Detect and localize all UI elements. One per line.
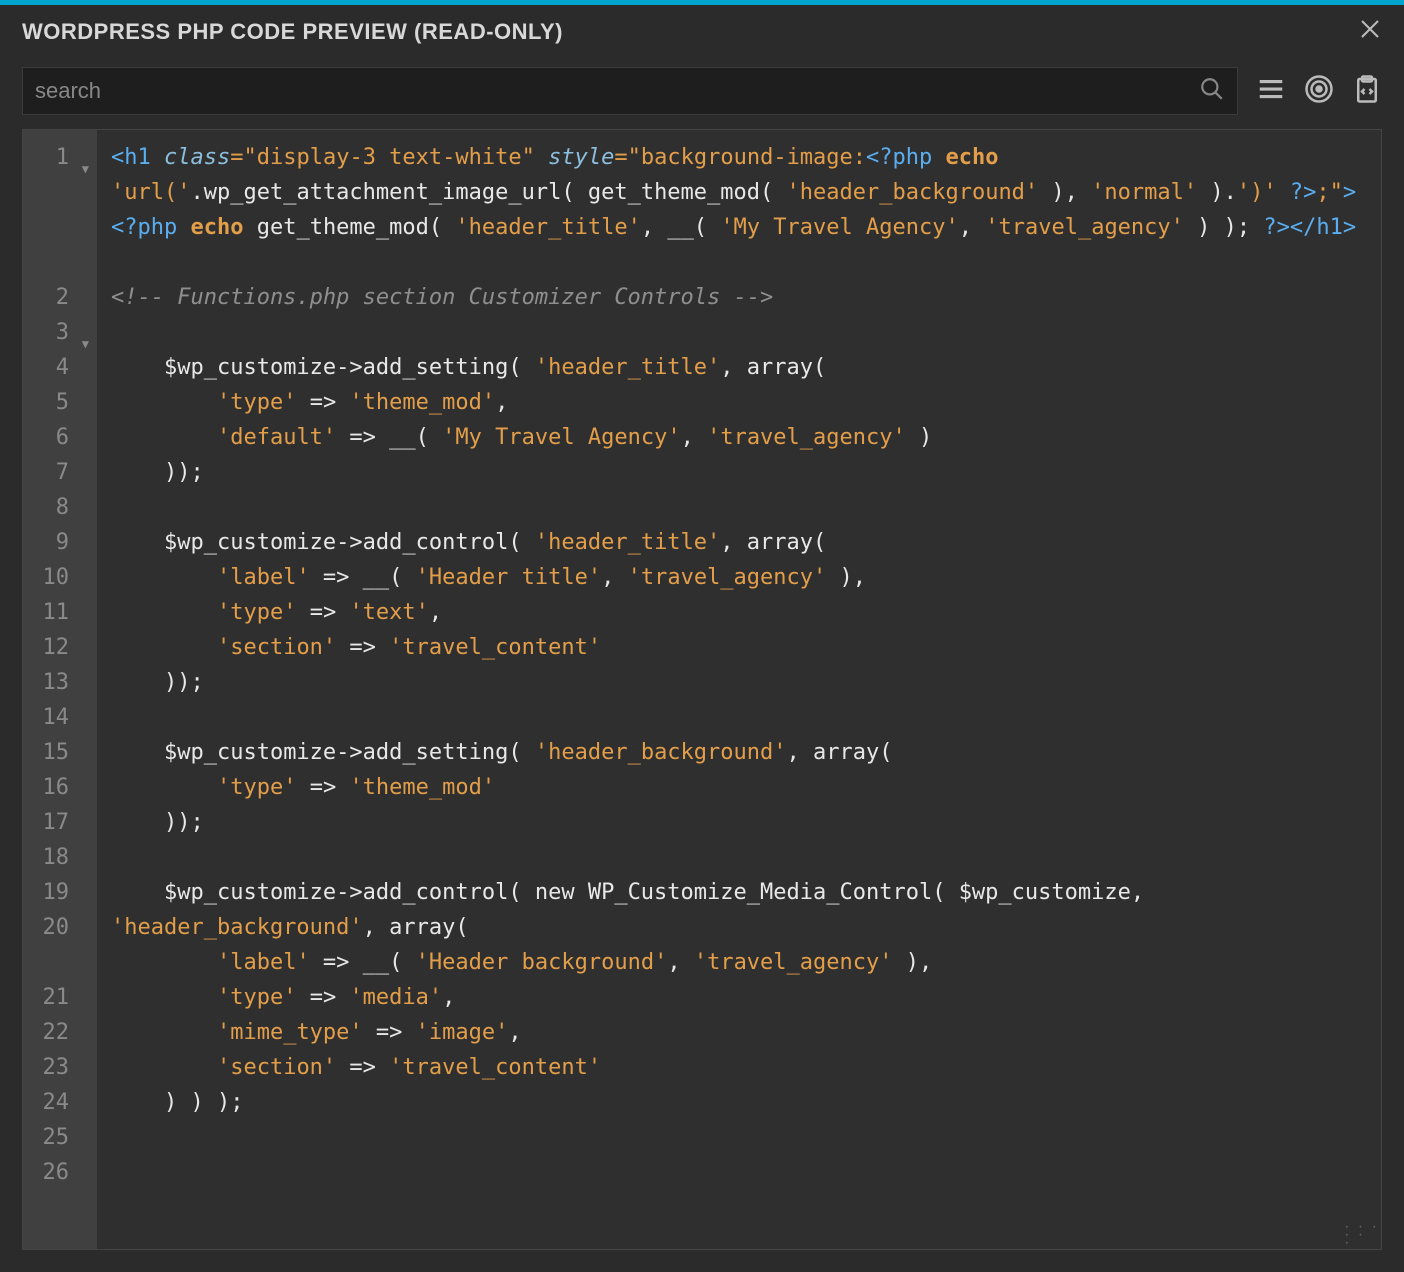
line-number: 6 — [29, 420, 91, 455]
line-number: 20 — [29, 910, 91, 945]
line-number: 18 — [29, 840, 91, 875]
line-number-gutter: 1▼ 23▼4567891011121314151617181920 21222… — [23, 130, 97, 1249]
line-number: 2 — [29, 280, 91, 315]
line-number: 23 — [29, 1050, 91, 1085]
code-line: ) ) ); — [111, 1085, 1367, 1120]
line-number: 10 — [29, 560, 91, 595]
line-number: 5 — [29, 385, 91, 420]
word-wrap-button[interactable] — [1256, 74, 1286, 109]
line-number: 16 — [29, 770, 91, 805]
window-title: WORDPRESS PHP CODE PREVIEW (READ-ONLY) — [22, 19, 563, 45]
line-number: 8 — [29, 490, 91, 525]
line-number: 9 — [29, 525, 91, 560]
search-wrap — [22, 67, 1238, 115]
code-area[interactable]: <h1 class="display-3 text-white" style="… — [97, 130, 1381, 1249]
code-preview-window: WORDPRESS PHP CODE PREVIEW (READ-ONLY) 1… — [0, 0, 1404, 1272]
line-number: 14 — [29, 700, 91, 735]
line-number: 7 — [29, 455, 91, 490]
target-button[interactable] — [1304, 74, 1334, 109]
code-line: 'section' => 'travel_content' — [111, 1050, 1367, 1085]
code-line: 'default' => __( 'My Travel Agency', 'tr… — [111, 420, 1367, 455]
target-icon — [1304, 74, 1334, 104]
search-icon[interactable] — [1199, 76, 1225, 107]
code-line: <!-- Functions.php section Customizer Co… — [111, 280, 1367, 315]
code-line: 'type' => 'theme_mod' — [111, 770, 1367, 805]
code-line: 'label' => __( 'Header title', 'travel_a… — [111, 560, 1367, 595]
line-number: 22 — [29, 1015, 91, 1050]
lines-icon — [1256, 74, 1286, 104]
code-line — [111, 245, 1367, 280]
resize-grip[interactable]: · · ·· ·· — [1344, 1223, 1379, 1247]
code-line: $wp_customize->add_setting( 'header_back… — [111, 735, 1367, 770]
line-number: 4 — [29, 350, 91, 385]
line-number: 13 — [29, 665, 91, 700]
code-line: 'section' => 'travel_content' — [111, 630, 1367, 665]
line-number: 12 — [29, 630, 91, 665]
code-line — [111, 1120, 1367, 1155]
line-number: 21 — [29, 980, 91, 1015]
code-line — [111, 315, 1367, 350]
search-input[interactable] — [35, 78, 1199, 104]
line-number: 24 — [29, 1085, 91, 1120]
line-number: 25 — [29, 1120, 91, 1155]
toolbar — [0, 59, 1404, 129]
code-line: 'mime_type' => 'image', — [111, 1015, 1367, 1050]
code-line: 'type' => 'text', — [111, 595, 1367, 630]
line-number: 1▼ — [29, 140, 91, 175]
code-line: $wp_customize->add_control( 'header_titl… — [111, 525, 1367, 560]
close-icon — [1358, 17, 1382, 41]
code-line: )); — [111, 455, 1367, 490]
code-line — [111, 700, 1367, 735]
code-line — [111, 490, 1367, 525]
line-number: 3▼ — [29, 315, 91, 350]
editor: 1▼ 23▼4567891011121314151617181920 21222… — [22, 129, 1382, 1250]
clipboard-code-icon — [1352, 74, 1382, 104]
code-line: 'label' => __( 'Header background', 'tra… — [111, 945, 1367, 980]
line-number: 11 — [29, 595, 91, 630]
line-number: 26 — [29, 1155, 91, 1190]
code-line: $wp_customize->add_setting( 'header_titl… — [111, 350, 1367, 385]
code-line — [111, 840, 1367, 875]
line-number: 19 — [29, 875, 91, 910]
code-line: <h1 class="display-3 text-white" style="… — [111, 140, 1367, 245]
code-line: )); — [111, 805, 1367, 840]
code-line: $wp_customize->add_control( new WP_Custo… — [111, 875, 1367, 945]
line-number: 15 — [29, 735, 91, 770]
code-line: )); — [111, 665, 1367, 700]
code-line: 'type' => 'theme_mod', — [111, 385, 1367, 420]
line-number: 17 — [29, 805, 91, 840]
close-button[interactable] — [1358, 17, 1382, 47]
titlebar: WORDPRESS PHP CODE PREVIEW (READ-ONLY) — [0, 5, 1404, 59]
copy-code-button[interactable] — [1352, 74, 1382, 109]
code-line: 'type' => 'media', — [111, 980, 1367, 1015]
